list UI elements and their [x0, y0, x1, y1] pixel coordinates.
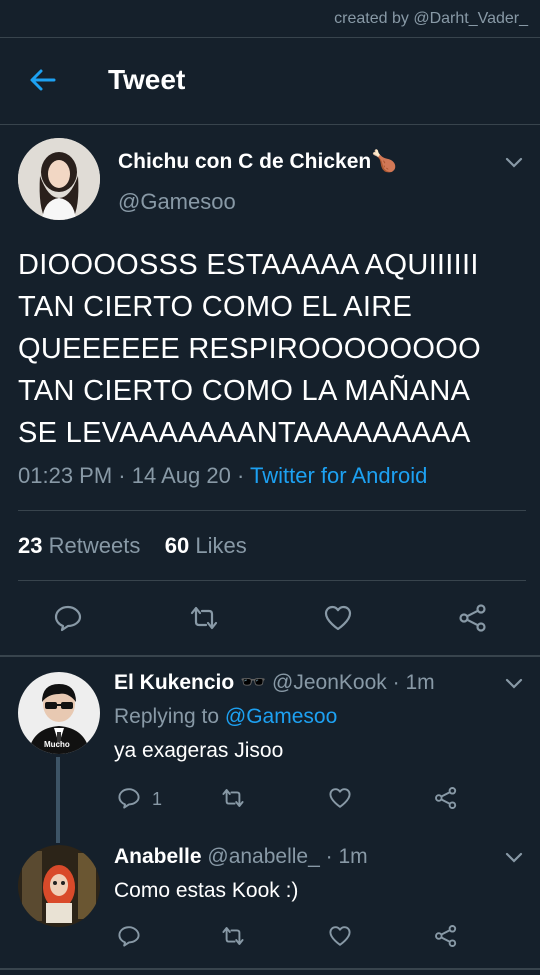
reply-header: Anabelle @anabelle_ · 1m: [114, 845, 524, 869]
tweet-meta: 01:23 PM · 14 Aug 20 · Twitter for Andro…: [18, 463, 427, 489]
author-handle[interactable]: @anabelle_: [207, 845, 319, 868]
separator: ·: [236, 463, 251, 488]
reply-text: ya exageras Jisoo: [114, 739, 284, 762]
reply-text: Como estas Kook :): [114, 879, 299, 902]
retweet-icon[interactable]: [188, 603, 220, 633]
author-handle[interactable]: @JeonKook: [272, 671, 387, 694]
reply-time: · 1m: [325, 845, 368, 868]
author-name[interactable]: Anabelle: [114, 845, 202, 868]
credit-text: created by @Darht_Vader_: [334, 10, 528, 27]
divider: [18, 580, 526, 581]
tweet-text-line: TAN CIERTO COMO EL AIRE: [18, 291, 413, 323]
tweet-date: 14 Aug 20: [131, 463, 231, 488]
divider: [0, 124, 540, 125]
back-arrow-icon[interactable]: [28, 66, 56, 94]
retweet-icon[interactable]: [220, 786, 246, 810]
reply-icon[interactable]: [117, 786, 141, 810]
reply-icon[interactable]: [117, 924, 141, 948]
reply-header: El Kukencio 🕶️ @JeonKook · 1m: [114, 671, 524, 695]
drumstick-emoji: 🍗: [371, 150, 398, 173]
divider: [0, 968, 540, 970]
avatar-caption: Mucho: [44, 740, 70, 749]
tweet-time: 01:23 PM: [18, 463, 113, 488]
retweets-stat[interactable]: 23 Retweets: [18, 533, 140, 558]
tweet-text: DIOOOOSSS ESTAAAAA AQUIIIIII TAN CIERTO …: [18, 244, 528, 454]
likes-stat[interactable]: 60 Likes: [165, 533, 247, 558]
retweet-icon[interactable]: [220, 924, 246, 948]
replying-to: Replying to @Gamesoo: [114, 705, 338, 728]
share-icon[interactable]: [434, 924, 458, 948]
like-icon[interactable]: [328, 786, 352, 810]
thread-line: [56, 757, 60, 843]
share-icon[interactable]: [458, 603, 488, 633]
chevron-down-icon[interactable]: [504, 851, 524, 865]
separator: ·: [118, 463, 132, 488]
divider: [0, 655, 540, 657]
chevron-down-icon[interactable]: [504, 156, 524, 170]
tweet-text-line: QUEEEEEE RESPIROOOOOOOO: [18, 333, 481, 365]
tweet-text-line: DIOOOOSSS ESTAAAAA AQUIIIIII: [18, 249, 479, 281]
author-handle[interactable]: @Gamesoo: [118, 189, 236, 215]
author-name[interactable]: El Kukencio: [114, 671, 234, 694]
tweet-text-line: SE LEVAAAAAAANTAAAAAAAAA: [18, 417, 471, 449]
divider: [18, 510, 526, 511]
tweet-stats: 23 Retweets 60 Likes: [18, 533, 247, 559]
avatar[interactable]: [18, 138, 100, 220]
tweet-source-link[interactable]: Twitter for Android: [250, 463, 427, 488]
reply-tweet[interactable]: El Kukencio 🕶️ @JeonKook · 1m Replying t…: [114, 671, 524, 763]
sunglasses-emoji: 🕶️: [240, 671, 267, 694]
chevron-down-icon[interactable]: [504, 677, 524, 691]
header: Tweet: [0, 38, 540, 124]
page-title: Tweet: [108, 64, 186, 95]
avatar[interactable]: [18, 845, 100, 927]
like-icon[interactable]: [323, 603, 353, 633]
reply-icon[interactable]: [53, 603, 83, 633]
author-name[interactable]: Chichu con C de Chicken🍗: [118, 150, 397, 174]
reply-count: 1: [152, 789, 163, 809]
reply-tweet[interactable]: Anabelle @anabelle_ · 1m Como estas Kook…: [114, 845, 524, 903]
share-icon[interactable]: [434, 786, 458, 810]
replying-to-link[interactable]: @Gamesoo: [225, 705, 337, 728]
like-icon[interactable]: [328, 924, 352, 948]
reply-time: · 1m: [392, 671, 435, 694]
tweet-text-line: TAN CIERTO COMO LA MAÑANA: [18, 375, 471, 407]
